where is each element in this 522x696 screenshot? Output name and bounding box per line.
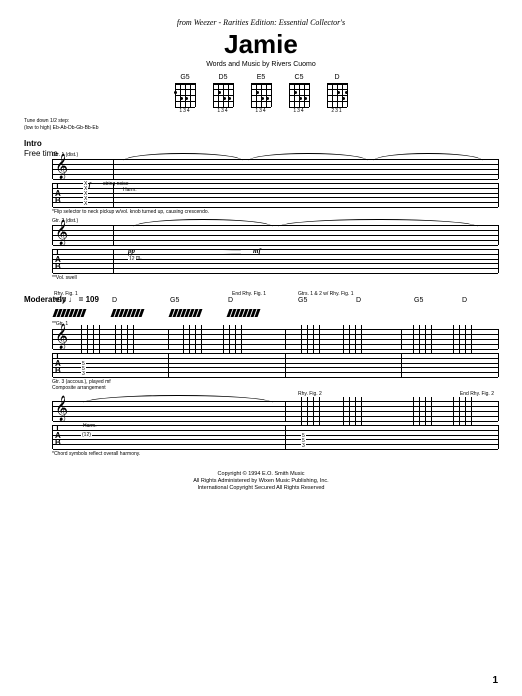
chord-sym: D: [462, 297, 467, 304]
system-main-2: 𝄞 Rhy. Fig. 2 End Rhy. Fig. 2 Harm. TAB …: [24, 401, 498, 457]
footnote-chords: *Chord symbols reflect overall harmony.: [52, 451, 498, 457]
copyright-line3: International Copyright Secured All Righ…: [24, 485, 498, 492]
tab-label-icon: TAB: [55, 183, 61, 204]
chord-e5: E5 134: [251, 74, 271, 114]
tab-12: 12: [128, 256, 136, 262]
sheet-music-page: from Weezer - Rarities Edition: Essentia…: [0, 0, 522, 502]
system-main-1: *G5 D G5 D G5 D G5 D Rhy. Fig. 1 End Rhy…: [24, 307, 498, 391]
tab-label-icon: TAB: [55, 249, 61, 270]
tab-x: X: [83, 201, 88, 207]
chord-diagrams-row: G5 134 D5 134 E5: [24, 74, 498, 114]
tab-staff: TAB (12) 5 5 3: [52, 425, 498, 449]
tuning-note: Tune down 1/2 step: (low to high) Eb-Ab-…: [24, 118, 498, 131]
chord-name: C5: [295, 74, 304, 81]
gtrs12: Gtrs. 1 & 2 w/ Rhy. Fig. 1: [298, 291, 353, 297]
chord-name: D5: [219, 74, 228, 81]
notation-staff: 𝄞 pp mf Harm.: [52, 225, 498, 245]
copyright-line1: Copyright © 1994 E.O. Smith Music: [24, 471, 498, 478]
copyright: Copyright © 1994 E.O. Smith Music All Ri…: [24, 471, 498, 492]
notation-staff: 𝄞: [52, 329, 498, 349]
chord-c5: C5 134: [289, 74, 309, 114]
footnote-1: *Flip selector to neck pickup w/vol. kno…: [52, 209, 498, 215]
rhythm-slash-row: *G5 D G5 D G5 D G5 D Rhy. Fig. 1 End Rhy…: [52, 307, 498, 321]
tab-num: 3: [81, 371, 86, 377]
system-gtr2: Gtr. 2 (dist.) 𝄞 pp mf Harm. TAB 12 **Vo…: [24, 225, 498, 281]
source-line: from Weezer - Rarities Edition: Essentia…: [24, 18, 498, 27]
chord-d: D 231: [327, 74, 347, 114]
notation-staff: 𝄞 mf string noise Harm.: [52, 159, 498, 179]
rhy-fig-1: Rhy. Fig. 1: [54, 291, 78, 297]
song-title: Jamie: [24, 29, 498, 60]
tab-staff: TAB 5 5 3: [52, 353, 498, 377]
fingering: 134: [217, 108, 228, 114]
chord-sym: *G5: [54, 297, 66, 304]
tab-staff: TAB X X X X X: [52, 183, 498, 207]
tab-label-icon: TAB: [55, 425, 61, 446]
tab-harm: (12): [81, 432, 92, 438]
chord-name: G5: [180, 74, 189, 81]
chord-sym: D: [228, 297, 233, 304]
fingering: 134: [255, 108, 266, 114]
tuning-line2: (low to high) Eb-Ab-Db-Gb-Bb-Eb: [24, 125, 498, 132]
tab-label-icon: TAB: [55, 353, 61, 374]
chord-grid: [289, 83, 309, 107]
vol-swell-note: **Vol. swell: [52, 275, 498, 281]
notation-staff: 𝄞 Rhy. Fig. 2 End Rhy. Fig. 2 Harm.: [52, 401, 498, 421]
page-number: 1: [492, 675, 498, 686]
chord-d5: D5 134: [213, 74, 233, 114]
chord-sym: G5: [298, 297, 307, 304]
chord-grid: [213, 83, 233, 107]
chord-grid: [327, 83, 347, 107]
fingering: 134: [293, 108, 304, 114]
chord-sym: G5: [414, 297, 423, 304]
chord-sym: D: [112, 297, 117, 304]
chord-sym: G5: [170, 297, 179, 304]
chord-grid: [251, 83, 271, 107]
chord-name: E5: [257, 74, 266, 81]
section-intro: Intro: [24, 139, 498, 148]
chord-name: D: [334, 74, 339, 81]
chord-g5: G5 134: [175, 74, 195, 114]
chord-sym: D: [356, 297, 361, 304]
fingering: 231: [331, 108, 342, 114]
system-gtr1: Gtr. 1 (dist.) 𝄞 mf string noise Harm. T…: [24, 159, 498, 215]
credits: Words and Music by Rivers Cuomo: [24, 61, 498, 68]
fingering: 134: [179, 108, 190, 114]
tab-staff: TAB 12: [52, 249, 498, 273]
chord-grid: [175, 83, 195, 107]
tab-num: 3: [301, 443, 306, 449]
end-rhy-fig-1: End Rhy. Fig. 1: [232, 291, 266, 297]
copyright-line2: All Rights Administered by Wixen Music P…: [24, 478, 498, 485]
comp-arr: Composite arrangement: [52, 385, 498, 391]
